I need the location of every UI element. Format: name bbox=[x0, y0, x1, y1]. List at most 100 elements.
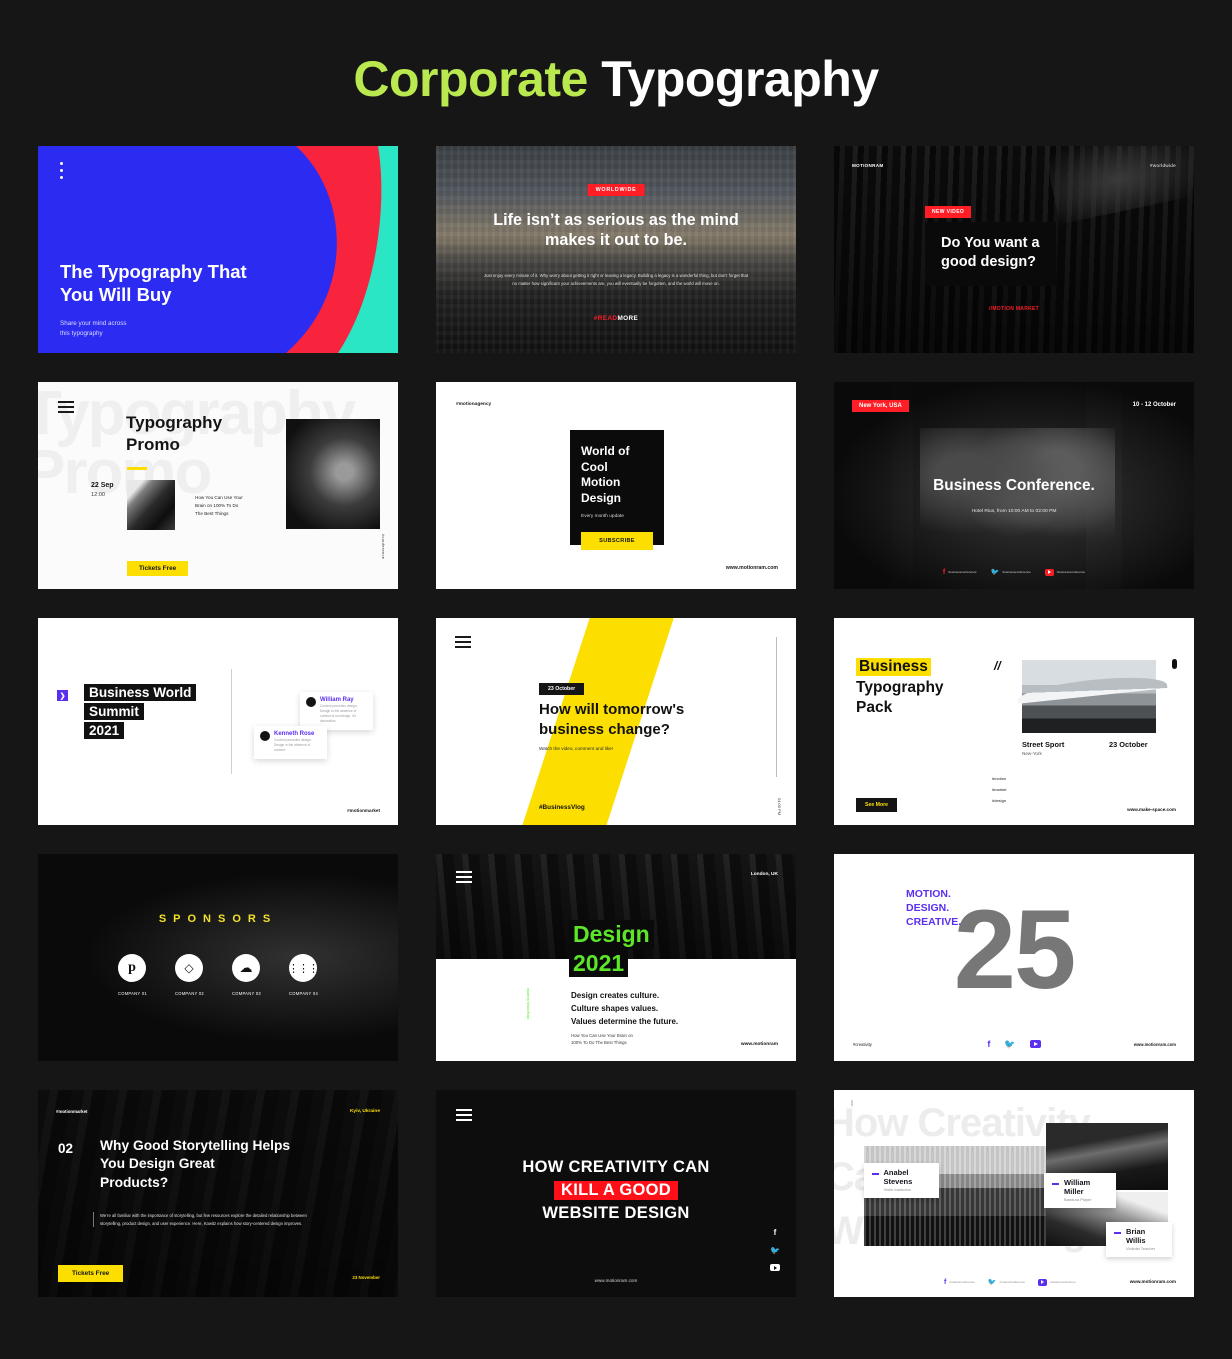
social-label: /businessconference bbox=[948, 570, 977, 574]
vertical-dots-icon[interactable] bbox=[60, 162, 63, 183]
read-more-link[interactable]: #READMORE bbox=[436, 315, 796, 322]
hashtag-label: #worldwide bbox=[1150, 163, 1176, 168]
slide-business-typography-pack[interactable]: Business Typography Pack // Street Sport… bbox=[834, 618, 1194, 825]
headline-block: MOTION. DESIGN. CREATIVE. bbox=[906, 888, 961, 930]
twitter-icon[interactable]: 🐦 bbox=[770, 1246, 780, 1255]
testimonial-name: Kenneth Rose bbox=[274, 731, 315, 737]
slide-design-2021[interactable]: London, UK Design 2021 Design creates cu… bbox=[436, 854, 796, 1061]
footer-hashtag: #motionmarket bbox=[347, 808, 380, 813]
person-label-brian: Brian Willis Violinist Teacher bbox=[1106, 1222, 1172, 1257]
testimonial-card[interactable]: William Ray Content precedes design. Des… bbox=[300, 692, 373, 730]
slide-subtext: Watch the video, comment and like! bbox=[539, 746, 614, 751]
headline-line: DESIGN. bbox=[906, 901, 950, 914]
social-link-youtube[interactable]: /motionconference bbox=[1037, 1278, 1076, 1286]
twitter-icon[interactable]: 🐦 bbox=[1004, 1039, 1015, 1050]
pinterest-icon: p bbox=[117, 954, 146, 982]
headline-line: 2021 bbox=[569, 948, 629, 978]
social-link-youtube[interactable]: /businessconference bbox=[1044, 568, 1086, 576]
facebook-icon[interactable]: f bbox=[774, 1228, 777, 1237]
slide-sponsors[interactable]: SPONSORS p COMPANY 01 ◇ COMPANY 02 ☁ COM… bbox=[38, 854, 398, 1061]
social-label: /motionconference bbox=[999, 1280, 1025, 1284]
slide-subtext: Every month update bbox=[581, 514, 624, 520]
hamburger-icon[interactable] bbox=[456, 871, 472, 883]
subscribe-button[interactable]: SUBSCRIBE bbox=[581, 532, 653, 551]
slide-motion-design-creative-25[interactable]: 25 MOTION. DESIGN. CREATIVE. #creativity… bbox=[834, 854, 1194, 1061]
social-label: /businessconference bbox=[1056, 570, 1086, 574]
big-number: 25 bbox=[953, 887, 1077, 1012]
slide-do-you-want-a-good-design[interactable]: MOTIONRAM #worldwide NEW VIDEO Do You wa… bbox=[834, 146, 1194, 353]
hashtag-label: #motionagency bbox=[456, 402, 492, 407]
slide-creativity-team[interactable]: How Creativity Can Kill A Good Website D… bbox=[834, 1090, 1194, 1297]
slide-why-good-storytelling[interactable]: #motionmarket Kyiv, Ukraine 02 Why Good … bbox=[38, 1090, 398, 1297]
social-link-twitter[interactable]: 🐦 /motionconference bbox=[988, 1278, 1025, 1286]
person-label-william: William Miller Bandura Player bbox=[1044, 1173, 1116, 1208]
slide-headline: How will tomorrow's business change? bbox=[539, 701, 685, 738]
tag-design[interactable]: #design bbox=[992, 798, 1006, 803]
headline-line: MOTION. bbox=[906, 888, 951, 900]
side-tag: ram · bbox=[850, 1100, 854, 1108]
testimonial-text: Content precedes design. Design in the a… bbox=[274, 738, 312, 752]
tag-market[interactable]: #market bbox=[992, 787, 1006, 792]
slide-how-will-tomorrows-business-change[interactable]: 23 October How will tomorrow's business … bbox=[436, 618, 796, 825]
social-link-facebook[interactable]: f /motionconference bbox=[944, 1278, 975, 1286]
social-link-facebook[interactable]: f /businessconference bbox=[943, 568, 977, 576]
slide-headline: Do You want a good design? bbox=[941, 235, 1040, 270]
hamburger-icon[interactable] bbox=[455, 636, 471, 648]
tickets-free-button[interactable]: Tickets Free bbox=[58, 1265, 124, 1282]
side-time: 04:00 PM bbox=[777, 797, 782, 815]
event-date: 10 - 12 October bbox=[1132, 402, 1176, 408]
social-links[interactable]: f 🐦 bbox=[770, 1228, 780, 1271]
hamburger-icon[interactable] bbox=[58, 401, 74, 413]
event-time: 12:00 bbox=[91, 492, 105, 498]
slide-life-isnt-as-serious[interactable]: WORLDWIDE Life isn’t as serious as the m… bbox=[436, 146, 796, 353]
date-badge: 23 October bbox=[539, 683, 585, 695]
person-role: Violinist Teacher bbox=[1126, 1246, 1156, 1251]
slide-business-conference[interactable]: New York, USA 10 - 12 October Business C… bbox=[834, 382, 1194, 589]
person-role: Violin Instructor bbox=[883, 1187, 912, 1192]
status-badge: WORLDWIDE bbox=[587, 184, 645, 196]
slide-body: Just enjoy every minute of it. Why worry… bbox=[483, 273, 749, 286]
youtube-icon bbox=[1044, 568, 1054, 576]
youtube-icon[interactable] bbox=[770, 1264, 780, 1271]
quote-line: Values determine the future. bbox=[571, 1016, 679, 1026]
tickets-free-button[interactable]: Tickets Free bbox=[127, 561, 189, 576]
slide-business-world-summit-2021[interactable]: ❯ Business World Summit 2021 William Ray… bbox=[38, 618, 398, 825]
slide-world-of-cool-motion-design[interactable]: #motionagency World of Cool Motion Desig… bbox=[436, 382, 796, 589]
slide-headline: World of Cool Motion Design bbox=[581, 444, 630, 505]
slide-how-creativity-can-kill[interactable]: HOW CREATIVITY CAN KILL A GOOD WEBSITE D… bbox=[436, 1090, 796, 1297]
sponsor-company-01[interactable]: p COMPANY 01 bbox=[117, 954, 147, 996]
hamburger-icon[interactable] bbox=[456, 1109, 472, 1121]
slide-subtext: Hotel Rius, from 10:00 AM to 02:00 PM bbox=[971, 509, 1057, 514]
youtube-icon[interactable] bbox=[1029, 1040, 1041, 1048]
status-badge: NEW VIDEO bbox=[925, 206, 972, 218]
accent-underline bbox=[127, 467, 147, 470]
testimonial-card[interactable]: Kenneth Rose Content precedes design. De… bbox=[254, 726, 327, 759]
person-role: Bandura Player bbox=[1064, 1197, 1092, 1202]
slide-subtext: Share your mind across this typography bbox=[60, 320, 127, 338]
tag-motion[interactable]: #motion bbox=[992, 776, 1006, 781]
headline-rest: Typography Pack bbox=[856, 679, 944, 716]
bookmark-icon[interactable] bbox=[1172, 659, 1177, 669]
slide-typography-that-you-will-buy[interactable]: The Typography That You Will Buy Share y… bbox=[38, 146, 398, 353]
person-name: Anabel Stevens bbox=[883, 1168, 913, 1186]
sponsor-company-04[interactable]: ⋮⋮⋮ COMPANY 04 bbox=[288, 954, 319, 996]
chevron-right-icon[interactable]: ❯ bbox=[57, 690, 68, 701]
see-more-button[interactable]: See More bbox=[856, 798, 898, 812]
social-link-twitter[interactable]: 🐦 /businessconference bbox=[991, 568, 1031, 576]
thumbnail-photo bbox=[127, 480, 175, 530]
social-links[interactable]: f /motionconference 🐦 /motionconference … bbox=[944, 1278, 1075, 1286]
social-label: /motionconference bbox=[1049, 1280, 1076, 1284]
facebook-icon[interactable]: f bbox=[987, 1039, 990, 1050]
slide-headline: The Typography That You Will Buy bbox=[60, 261, 247, 306]
slide-headline: Business Conference. bbox=[933, 477, 1095, 494]
twitter-icon: 🐦 bbox=[987, 1279, 997, 1286]
slide-grid: The Typography That You Will Buy Share y… bbox=[38, 104, 1194, 1297]
headline-line: Summit bbox=[84, 703, 144, 720]
social-links[interactable]: f /businessconference 🐦 /businessconfere… bbox=[834, 568, 1194, 576]
sponsor-company-03[interactable]: ☁ COMPANY 03 bbox=[232, 954, 261, 996]
slide-subtext: How You Can Use Your Brain on 100% To Do… bbox=[571, 1033, 633, 1046]
website-label: www.motionram.com bbox=[594, 1278, 638, 1283]
slide-typography-promo[interactable]: Typography Promo Typography Promo 22 Sep… bbox=[38, 382, 398, 589]
location-label: London, UK bbox=[750, 872, 778, 877]
sponsor-company-02[interactable]: ◇ COMPANY 02 bbox=[174, 954, 204, 996]
